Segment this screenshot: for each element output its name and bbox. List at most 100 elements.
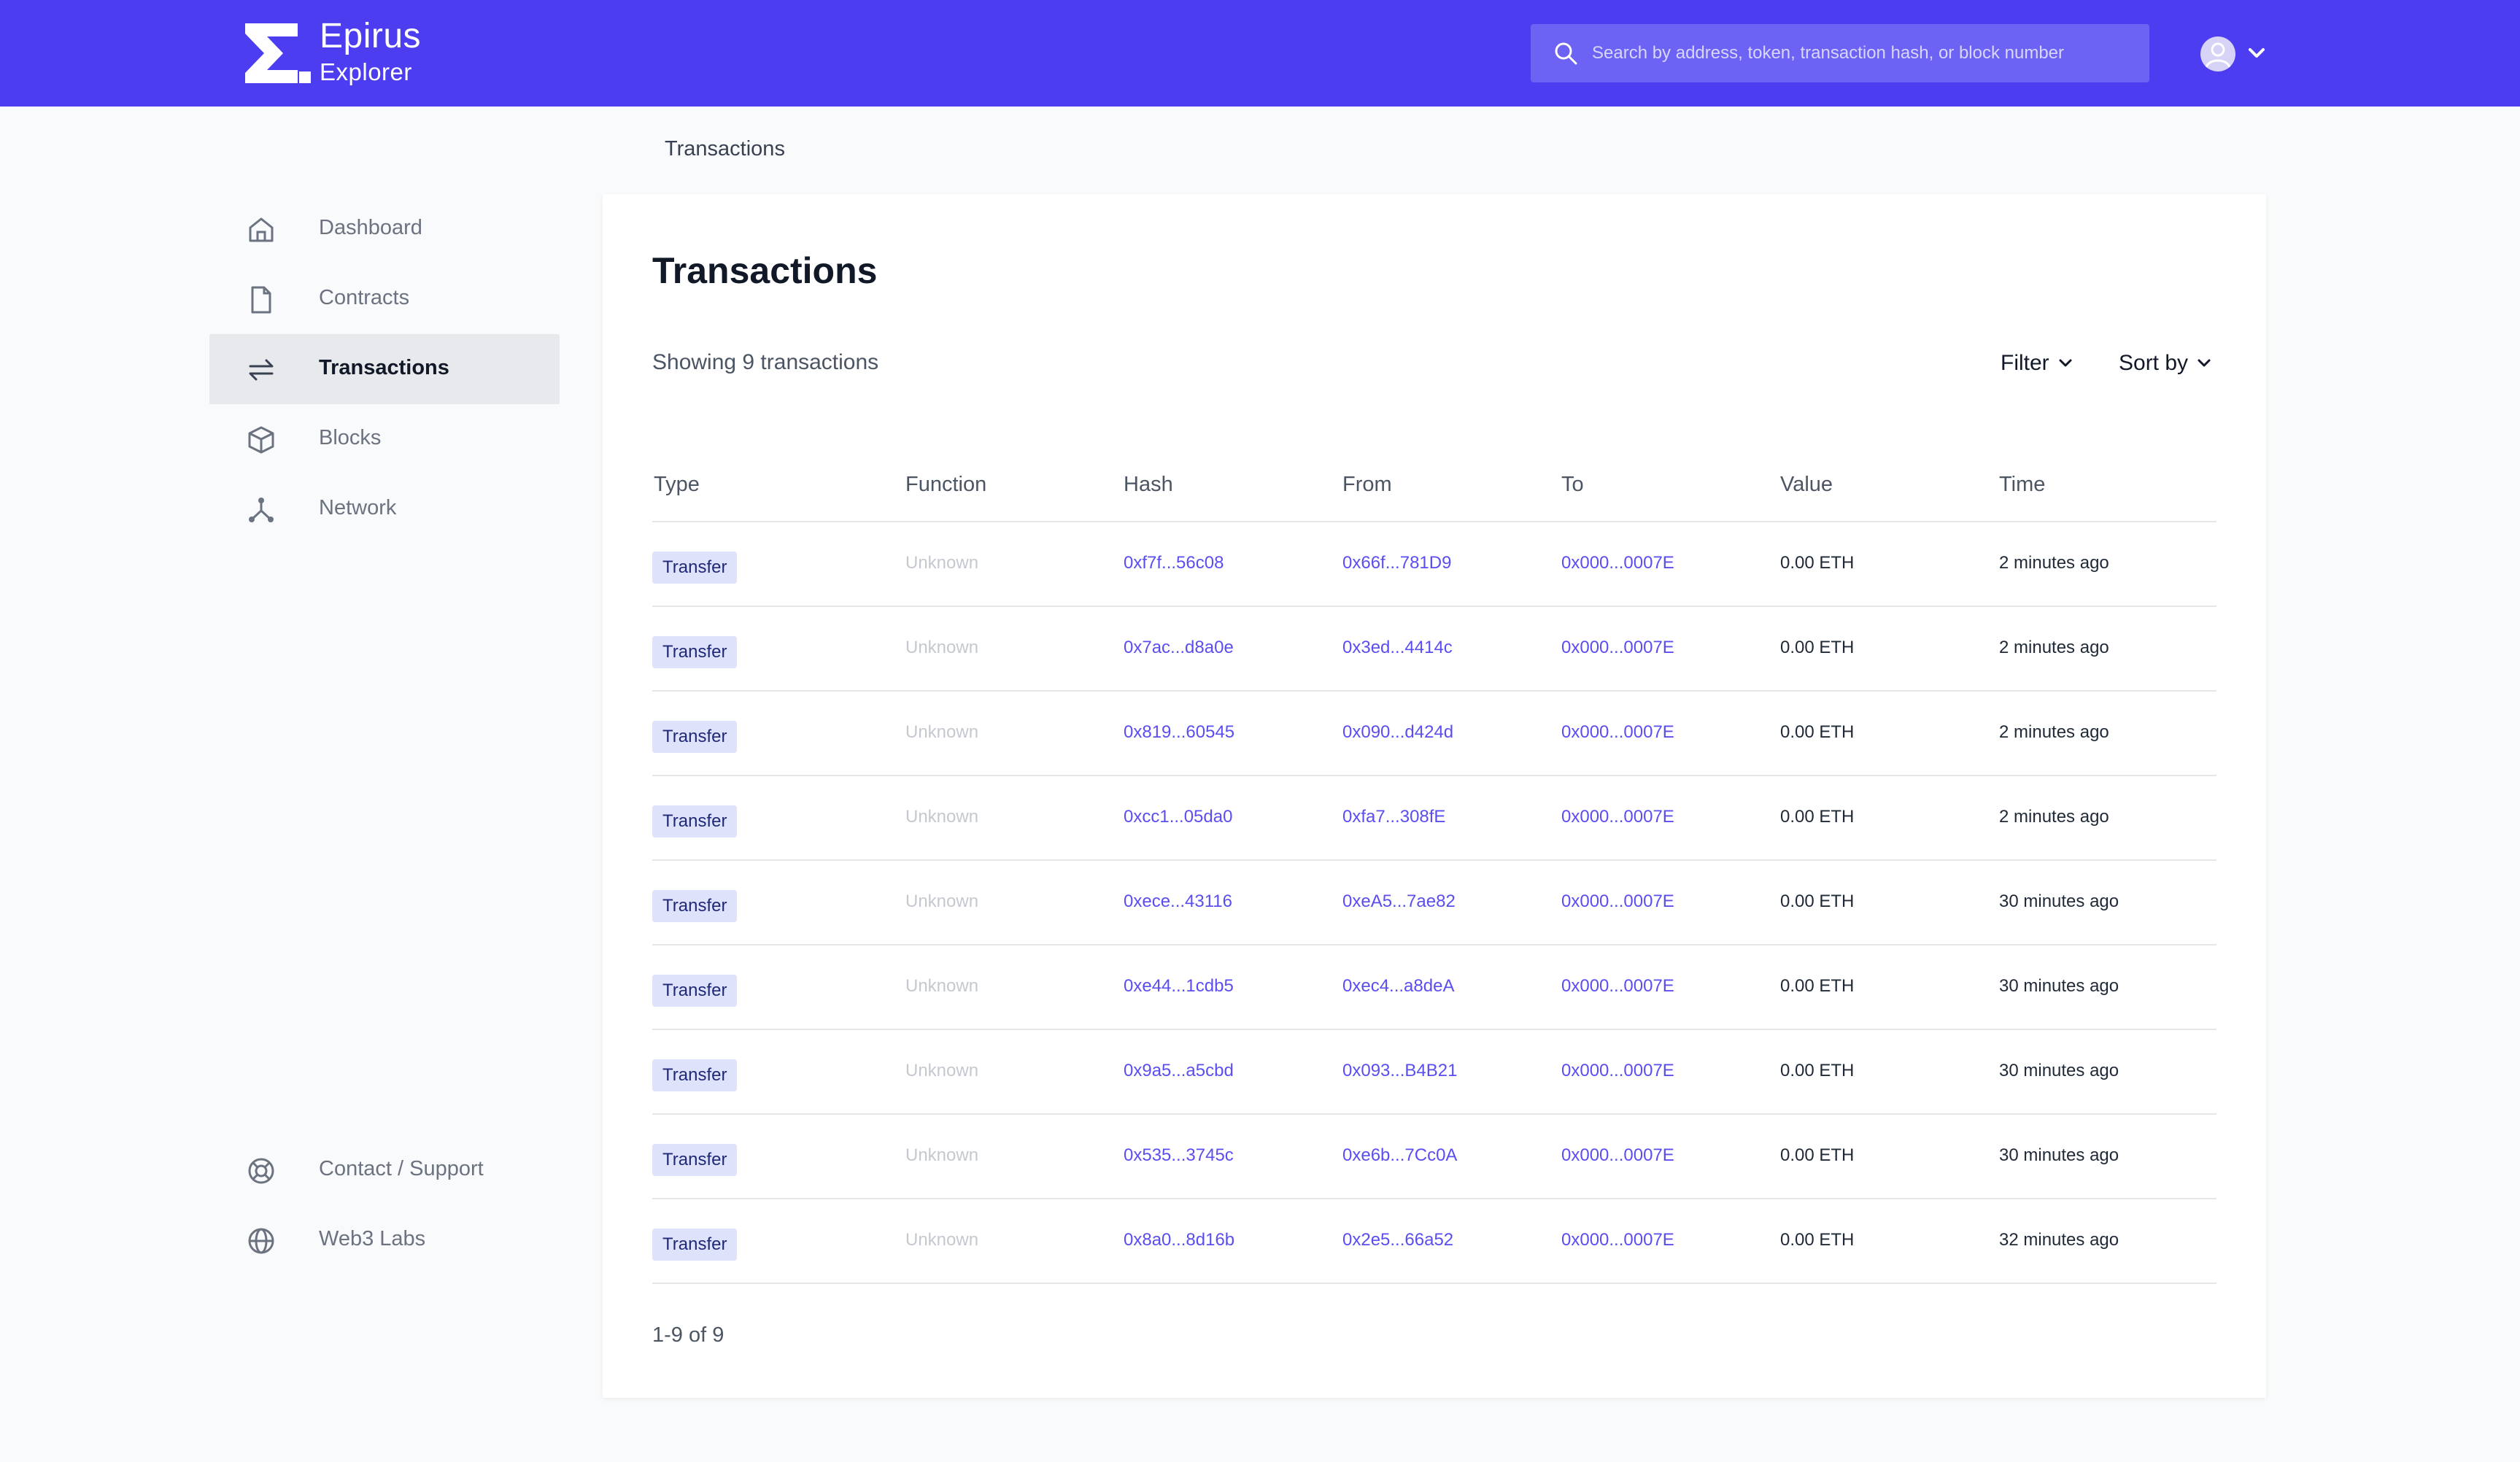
table-row[interactable]: Transfer Unknown 0xcc1...05da0 0xfa7...308f… <box>652 776 2216 861</box>
from-address-link[interactable]: 0xfa7...308fE <box>1342 807 1445 827</box>
from-address-link[interactable]: 0x66f...781D9 <box>1342 553 1451 573</box>
column-header-to: To <box>1561 473 1584 496</box>
sidebar-item-network[interactable]: Network <box>209 474 560 544</box>
to-address-link[interactable]: 0x000...0007E <box>1561 1145 1674 1166</box>
hash-link[interactable]: 0x535...3745c <box>1124 1145 1234 1166</box>
table-row[interactable]: Transfer Unknown 0xf7f...56c08 0x66f...781D… <box>652 522 2216 607</box>
time-cell: 2 minutes ago <box>1999 638 2109 657</box>
value-cell: 0.00 ETH <box>1780 638 1855 657</box>
hash-link[interactable]: 0xe44...1cdb5 <box>1124 976 1234 997</box>
sidebar-item-contracts[interactable]: Contracts <box>209 264 560 334</box>
hash-link[interactable]: 0xece...43116 <box>1124 891 1232 912</box>
value-cell: 0.00 ETH <box>1780 1061 1855 1080</box>
column-header-function: Function <box>905 473 987 496</box>
column-header-value: Value <box>1780 473 1833 496</box>
from-address-link[interactable]: 0xe6b...7Cc0A <box>1342 1145 1457 1166</box>
table-row[interactable]: Transfer Unknown 0x9a5...a5cbd 0x093...B4B2… <box>652 1030 2216 1115</box>
table-row[interactable]: Transfer Unknown 0x535...3745c 0xe6b...7Cc0… <box>652 1115 2216 1199</box>
from-address-link[interactable]: 0x3ed...4414c <box>1342 638 1453 658</box>
value-cell: 0.00 ETH <box>1780 807 1855 827</box>
function-cell: Unknown <box>905 722 979 742</box>
sidebar-item-transactions[interactable]: Transactions <box>209 334 560 404</box>
column-header-from: From <box>1342 473 1392 496</box>
lifebuoy-icon <box>248 1158 274 1184</box>
sidebar-item-label: Web3 Labs <box>319 1227 426 1250</box>
column-header-type: Type <box>654 473 700 496</box>
time-cell: 30 minutes ago <box>1999 1145 2119 1165</box>
to-address-link[interactable]: 0x000...0007E <box>1561 976 1674 997</box>
user-icon <box>2205 42 2231 68</box>
avatar[interactable] <box>2200 36 2235 71</box>
value-cell: 0.00 ETH <box>1780 976 1855 996</box>
type-badge: Transfer <box>652 975 738 1007</box>
hash-link[interactable]: 0x9a5...a5cbd <box>1124 1061 1234 1081</box>
home-icon <box>249 217 274 242</box>
sidebar-item-dashboard[interactable]: Dashboard <box>209 194 560 264</box>
function-cell: Unknown <box>905 1230 979 1250</box>
search-input[interactable] <box>1592 24 2132 82</box>
type-badge: Transfer <box>652 552 738 584</box>
results-count: Showing 9 transactions <box>652 350 879 374</box>
time-cell: 2 minutes ago <box>1999 807 2109 827</box>
sidebar-item-contact-support[interactable]: Contact / Support <box>209 1135 560 1205</box>
sidebar-item-label: Contact / Support <box>319 1157 484 1180</box>
time-cell: 2 minutes ago <box>1999 553 2109 573</box>
hash-link[interactable]: 0x8a0...8d16b <box>1124 1230 1234 1250</box>
type-badge: Transfer <box>652 890 738 922</box>
sidebar-item-label: Dashboard <box>319 216 422 239</box>
function-cell: Unknown <box>905 807 979 827</box>
chevron-down-icon[interactable] <box>2247 45 2266 61</box>
search-bar[interactable] <box>1531 24 2149 82</box>
function-cell: Unknown <box>905 976 979 996</box>
hash-link[interactable]: 0xcc1...05da0 <box>1124 807 1232 827</box>
hash-link[interactable]: 0xf7f...56c08 <box>1124 553 1224 573</box>
filter-button[interactable]: Filter <box>2001 349 2073 378</box>
chevron-down-icon <box>2198 359 2211 367</box>
table-row[interactable]: Transfer Unknown 0x7ac...d8a0e 0x3ed...4414… <box>652 607 2216 692</box>
top-navbar: Epirus Explorer <box>0 0 2520 107</box>
function-cell: Unknown <box>905 1145 979 1165</box>
search-icon <box>1555 42 1577 65</box>
sidebar-item-blocks[interactable]: Blocks <box>209 404 560 474</box>
to-address-link[interactable]: 0x000...0007E <box>1561 891 1674 912</box>
hash-link[interactable]: 0x7ac...d8a0e <box>1124 638 1234 658</box>
value-cell: 0.00 ETH <box>1780 891 1855 911</box>
table-body: Transfer Unknown 0xf7f...56c08 0x66f...781D… <box>652 522 2216 1284</box>
table-row[interactable]: Transfer Unknown 0xece...43116 0xeA5...7ae8… <box>652 861 2216 945</box>
function-cell: Unknown <box>905 553 979 573</box>
time-cell: 2 minutes ago <box>1999 722 2109 742</box>
type-badge: Transfer <box>652 1144 738 1176</box>
to-address-link[interactable]: 0x000...0007E <box>1561 1230 1674 1250</box>
to-address-link[interactable]: 0x000...0007E <box>1561 1061 1674 1081</box>
breadcrumb: Transactions <box>665 137 785 160</box>
function-cell: Unknown <box>905 891 979 911</box>
from-address-link[interactable]: 0x2e5...66a52 <box>1342 1230 1453 1250</box>
value-cell: 0.00 ETH <box>1780 1145 1855 1165</box>
network-icon <box>249 498 274 522</box>
sort-button[interactable]: Sort by <box>2119 349 2211 378</box>
hash-link[interactable]: 0x819...60545 <box>1124 722 1234 743</box>
to-address-link[interactable]: 0x000...0007E <box>1561 553 1674 573</box>
to-address-link[interactable]: 0x000...0007E <box>1561 807 1674 827</box>
table-row[interactable]: Transfer Unknown 0xe44...1cdb5 0xec4...a8de… <box>652 945 2216 1030</box>
globe-icon <box>248 1228 274 1254</box>
filter-label: Filter <box>2001 351 2049 375</box>
time-cell: 32 minutes ago <box>1999 1230 2119 1250</box>
to-address-link[interactable]: 0x000...0007E <box>1561 722 1674 743</box>
time-cell: 30 minutes ago <box>1999 976 2119 996</box>
from-address-link[interactable]: 0x090...d424d <box>1342 722 1453 743</box>
sidebar-item-web3-labs[interactable]: Web3 Labs <box>209 1205 560 1275</box>
type-badge: Transfer <box>652 1229 738 1261</box>
from-address-link[interactable]: 0x093...B4B21 <box>1342 1061 1457 1081</box>
epirus-logo[interactable] <box>245 23 311 83</box>
to-address-link[interactable]: 0x000...0007E <box>1561 638 1674 658</box>
from-address-link[interactable]: 0xec4...a8deA <box>1342 976 1454 997</box>
transactions-card: Transactions Showing 9 transactions Filt… <box>603 194 2266 1398</box>
type-badge: Transfer <box>652 636 738 668</box>
type-badge: Transfer <box>652 721 738 753</box>
column-header-time: Time <box>1999 473 2046 496</box>
from-address-link[interactable]: 0xeA5...7ae82 <box>1342 891 1456 912</box>
sidebar-item-label: Contracts <box>319 286 410 309</box>
table-row[interactable]: Transfer Unknown 0x819...60545 0x090...d424… <box>652 692 2216 776</box>
table-row[interactable]: Transfer Unknown 0x8a0...8d16b 0x2e5...66a5… <box>652 1199 2216 1284</box>
